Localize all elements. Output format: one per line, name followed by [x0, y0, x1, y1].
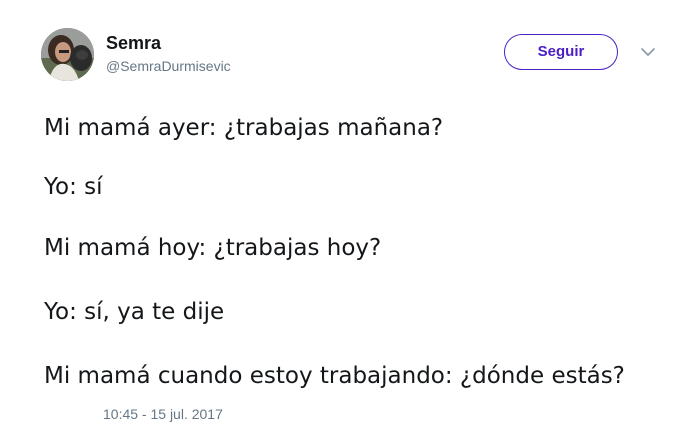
avatar-photo-icon [41, 28, 94, 81]
tweet-timestamp[interactable]: 10:45 - 15 jul. 2017 [103, 405, 223, 423]
follow-button[interactable]: Seguir [504, 34, 618, 70]
chevron-down-icon[interactable] [638, 44, 658, 60]
user-handle[interactable]: @SemraDurmisevic [106, 57, 231, 75]
tweet-text-line: Mi mamá ayer: ¿trabajas mañana? [44, 115, 444, 141]
tweet-text-line: Yo: sí, ya te dije [44, 299, 225, 325]
avatar[interactable] [41, 28, 94, 81]
tweet-card: Semra @SemraDurmisevic Seguir Mi mamá ay… [0, 0, 699, 443]
tweet-text-line: Mi mamá hoy: ¿trabajas hoy? [44, 235, 382, 261]
display-name[interactable]: Semra [106, 32, 161, 54]
tweet-text-line: Mi mamá cuando estoy trabajando: ¿dónde … [44, 363, 625, 389]
tweet-text-line: Yo: sí [44, 174, 103, 200]
